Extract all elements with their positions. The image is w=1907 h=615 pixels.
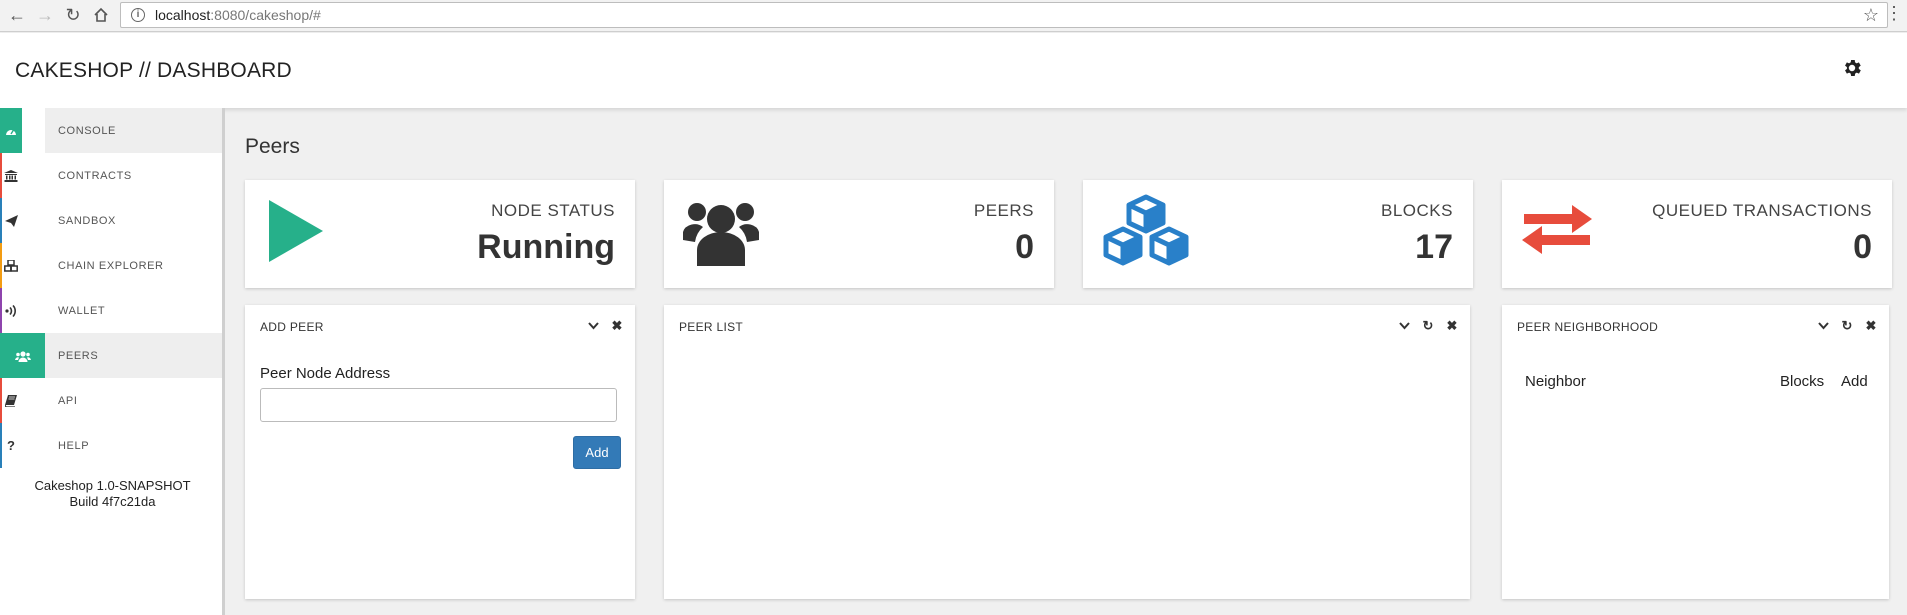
stat-value: 0: [1853, 228, 1872, 266]
add-peer-panel: ADD PEER ✖ Peer Node Address Add: [245, 305, 635, 599]
sidebar-item-sandbox[interactable]: SANDBOX: [0, 198, 222, 243]
chevron-down-icon[interactable]: [587, 318, 599, 334]
sidebar-item-help[interactable]: ? HELP: [0, 423, 222, 468]
sidebar-item-label: HELP: [58, 439, 90, 452]
info-icon[interactable]: i: [131, 8, 145, 22]
page-title: Peers: [245, 135, 300, 158]
stat-value: 17: [1415, 228, 1453, 266]
sidebar-item-wallet[interactable]: WALLET: [0, 288, 222, 333]
refresh-icon[interactable]: ↻: [1841, 318, 1853, 334]
sidebar-item-label: PEERS: [58, 349, 99, 362]
column-header-add: Add: [1841, 373, 1868, 390]
sidebar-item-label: WALLET: [58, 304, 106, 317]
play-icon: [265, 194, 325, 269]
address-bar[interactable]: i localhost:8080/cakeshop/# ☆: [120, 2, 1888, 28]
dashboard-icon: [0, 108, 22, 153]
browser-menu-icon[interactable]: ⋮: [1885, 3, 1903, 24]
sidebar-item-api[interactable]: API: [0, 378, 222, 423]
app-header: CAKESHOP // DASHBOARD: [0, 33, 1907, 108]
sidebar-item-label: SANDBOX: [58, 214, 116, 227]
column-header-neighbor: Neighbor: [1525, 373, 1586, 390]
sidebar-item-contracts[interactable]: CONTRACTS: [0, 153, 222, 198]
reload-icon[interactable]: ↻: [62, 4, 84, 26]
home-icon[interactable]: [90, 4, 112, 26]
peer-address-input[interactable]: [260, 388, 617, 422]
stat-label: PEERS: [973, 201, 1034, 220]
panel-controls: ✖: [587, 318, 623, 334]
close-icon[interactable]: ✖: [611, 318, 623, 334]
panel-title: ADD PEER: [260, 320, 324, 334]
url-host: localhost: [155, 7, 211, 23]
paper-plane-icon: [0, 198, 22, 243]
users-icon: [683, 194, 759, 271]
sidebar-item-peers[interactable]: PEERS: [0, 333, 222, 378]
close-icon[interactable]: ✖: [1865, 318, 1877, 334]
forward-arrow-icon[interactable]: →: [34, 4, 56, 26]
stat-card-node-status: NODE STATUS Running: [245, 180, 635, 288]
exchange-icon: [1520, 202, 1594, 261]
wifi-icon: [0, 288, 22, 333]
stat-label: BLOCKS: [1381, 201, 1453, 220]
version-info: Cakeshop 1.0-SNAPSHOT Build 4f7c21da: [0, 478, 225, 510]
sidebar-item-label: API: [58, 394, 78, 407]
stat-card-queued-transactions: QUEUED TRANSACTIONS 0: [1502, 180, 1892, 288]
bank-icon: [0, 153, 22, 198]
panel-controls: ↻ ✖: [1398, 318, 1458, 334]
stat-value: 0: [1015, 228, 1034, 266]
sidebar-item-label: CHAIN EXPLORER: [58, 259, 164, 272]
cubes-icon: [1103, 194, 1189, 271]
sidebar-item-chain-explorer[interactable]: CHAIN EXPLORER: [0, 243, 222, 288]
close-icon[interactable]: ✖: [1446, 318, 1458, 334]
app-title: CAKESHOP // DASHBOARD: [15, 59, 292, 82]
chevron-down-icon[interactable]: [1398, 318, 1410, 334]
panel-title: PEER NEIGHBORHOOD: [1517, 320, 1659, 334]
stat-label: QUEUED TRANSACTIONS: [1652, 201, 1872, 220]
back-arrow-icon[interactable]: ←: [6, 4, 28, 26]
question-icon: ?: [7, 438, 15, 453]
sidebar-item-console[interactable]: CONSOLE: [0, 108, 222, 153]
panel-title: PEER LIST: [679, 320, 744, 334]
url-path: :8080/cakeshop/#: [210, 7, 321, 23]
bookmark-star-icon[interactable]: ☆: [1863, 5, 1879, 26]
peer-address-label: Peer Node Address: [260, 365, 391, 382]
add-peer-button[interactable]: Add: [573, 436, 621, 469]
browser-toolbar: ← → ↻ i localhost:8080/cakeshop/# ☆ ⋮: [0, 0, 1907, 32]
sidebar-item-label: CONTRACTS: [58, 169, 132, 182]
version-build: Build 4f7c21da: [69, 494, 156, 509]
peer-neighborhood-panel: PEER NEIGHBORHOOD ↻ ✖ Neighbor Blocks Ad…: [1502, 305, 1889, 599]
stat-card-blocks: BLOCKS 17: [1083, 180, 1473, 288]
panel-controls: ↻ ✖: [1817, 318, 1877, 334]
refresh-icon[interactable]: ↻: [1422, 318, 1434, 334]
chevron-down-icon[interactable]: [1817, 318, 1829, 334]
version-name: Cakeshop 1.0-SNAPSHOT: [34, 478, 191, 493]
users-icon: [0, 333, 45, 378]
stat-card-peers: PEERS 0: [664, 180, 1054, 288]
book-icon: [0, 378, 22, 423]
stat-label: NODE STATUS: [491, 201, 615, 220]
stat-value: Running: [477, 228, 615, 266]
peer-list-panel: PEER LIST ↻ ✖: [664, 305, 1470, 599]
sidebar: CONSOLE CONTRACTS SANDBOX CHAIN EXPLORER…: [0, 108, 225, 615]
cubes-icon: [0, 243, 22, 288]
sidebar-item-label: CONSOLE: [58, 124, 116, 137]
gear-icon[interactable]: [1841, 57, 1865, 81]
column-header-blocks: Blocks: [1780, 373, 1825, 390]
